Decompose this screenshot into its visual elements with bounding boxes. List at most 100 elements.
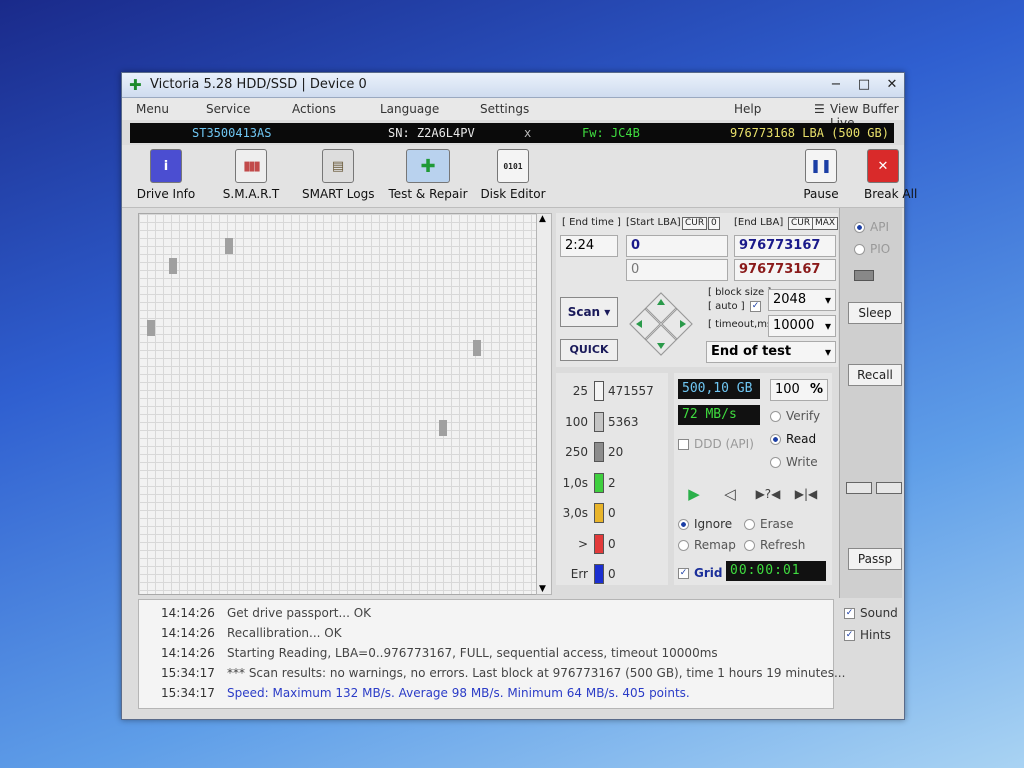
grid-scrollbar[interactable]: ▲ ▼ (536, 213, 552, 595)
menu-item-menu[interactable]: Menu (136, 102, 169, 116)
percent-field: 100 % (770, 379, 828, 401)
scan-block (439, 420, 447, 436)
view-buffer-icon: ☰ (814, 102, 825, 116)
end-lba-current: 976773167 (734, 259, 836, 281)
menu-item-settings[interactable]: Settings (480, 102, 529, 116)
block-size-select[interactable]: 2048 (768, 289, 836, 311)
legend-row: 100 5363 (560, 411, 664, 432)
erase-radio[interactable]: Erase (744, 517, 794, 531)
block-size-label: [ block size ] (708, 287, 772, 298)
maximize-button[interactable]: □ (850, 76, 878, 94)
status-panel: 500,10 GB 100 % 72 MB/s Verify DDD (API)… (674, 373, 832, 585)
menu-item-help[interactable]: Help (734, 102, 761, 116)
legend-row: 250 20 (560, 442, 664, 462)
direction-pad[interactable] (628, 291, 694, 357)
auto-label: [ auto ] (708, 301, 745, 312)
pio-radio[interactable]: PIO (854, 242, 890, 256)
pause-button[interactable]: ❚❚ Pause (800, 149, 842, 205)
scan-button[interactable]: Scan ▾ (560, 297, 618, 327)
speed-readout: 72 MB/s (678, 405, 760, 425)
passp-button[interactable]: Passp (848, 548, 902, 570)
legend-row: 3,0s 0 (560, 503, 664, 523)
ddd-checkbox[interactable]: DDD (API) (678, 437, 754, 451)
break-all-button[interactable]: ✕ Break All (864, 149, 917, 205)
break-icon: ✕ (867, 149, 899, 183)
log-panel: 14:14:26 Get drive passport... OK 14:14:26… (138, 599, 845, 709)
start-cur-button[interactable]: CUR (682, 217, 708, 230)
drive-info-bar: ST3500413AS SN: Z2A6L4PV x Fw: JC4B 9767… (130, 123, 894, 143)
smart-logs-icon: ▤ (322, 149, 354, 183)
smart-button[interactable]: ▮▮▮ S.M.A.R.T (218, 149, 284, 205)
drive-separator: x (524, 126, 532, 140)
legend-row: >0 (560, 533, 664, 554)
end-time-field[interactable]: 2:24 (560, 235, 618, 257)
legend-color-box (594, 442, 604, 462)
title-bar[interactable]: ✚ Victoria 5.28 HDD/SSD | Device 0 − □ ✕ (122, 73, 904, 98)
toolbar: i Drive Info ▮▮▮ S.M.A.R.T ▤ SMART Logs … (122, 145, 917, 208)
read-radio[interactable]: Read (770, 432, 816, 446)
test-repair-button[interactable]: ✚ Test & Repair (388, 149, 468, 205)
app-cross-icon: ✚ (129, 76, 142, 94)
api-radio[interactable]: API (854, 220, 889, 234)
window-title: Victoria 5.28 HDD/SSD | Device 0 (150, 77, 367, 92)
ignore-radio[interactable]: Ignore (678, 517, 732, 531)
legend-color-box (594, 564, 604, 584)
smart-logs-button[interactable]: ▤ SMART Logs (302, 149, 374, 205)
refresh-radio[interactable]: Refresh (744, 538, 805, 552)
back-button[interactable]: ◁ (716, 483, 744, 505)
disk-editor-icon: 0101 (497, 149, 529, 183)
test-repair-icon: ✚ (406, 149, 450, 183)
drive-info-button[interactable]: i Drive Info (136, 149, 196, 205)
legend-panel: 25 471557 100 5363 250 20 1,0s 2 3,0s 0 >0 Err 0 (556, 373, 668, 585)
end-lba-field[interactable]: 976773167 (734, 235, 836, 257)
minimize-button[interactable]: − (822, 76, 850, 94)
disk-editor-button[interactable]: 0101 Disk Editor (480, 149, 546, 205)
scan-grid (138, 213, 538, 595)
drive-model: ST3500413AS (192, 126, 272, 140)
menu-item-service[interactable]: Service (206, 102, 250, 116)
end-cur-button[interactable]: CUR (788, 217, 814, 230)
end-button[interactable]: ▶|◀ (792, 483, 820, 505)
auto-checkbox[interactable]: ✓ (750, 299, 766, 313)
size-readout: 500,10 GB (678, 379, 760, 399)
start-zero-button[interactable]: 0 (708, 217, 720, 230)
end-of-test-select[interactable]: End of test (706, 341, 836, 363)
play-button[interactable]: ▶ (680, 483, 708, 505)
timer-readout: 00:00:01 (726, 561, 826, 581)
menu-item-language[interactable]: Language (380, 102, 439, 116)
menu-bar: Menu Service Actions Language Settings H… (122, 98, 904, 130)
scroll-down-icon[interactable]: ▼ (539, 584, 546, 594)
remap-radio[interactable]: Remap (678, 538, 736, 552)
pause-icon: ❚❚ (805, 149, 837, 183)
sound-checkbox[interactable]: ✓ Sound (844, 606, 898, 620)
victoria-window: ✚ Victoria 5.28 HDD/SSD | Device 0 − □ ✕… (121, 72, 917, 720)
legend-color-box (594, 503, 604, 523)
quick-button[interactable]: QUICK (560, 339, 618, 361)
start-lba-label: [Start LBA] (626, 217, 681, 228)
legend-color-box (594, 411, 604, 432)
skip-button[interactable]: ▶?◀ (754, 483, 782, 505)
verify-radio[interactable]: Verify (770, 409, 820, 423)
write-radio[interactable]: Write (770, 455, 818, 469)
sleep-button[interactable]: Sleep (848, 302, 902, 324)
timeout-select[interactable]: 10000 (768, 315, 836, 337)
legend-row: Err 0 (560, 564, 664, 584)
indicator-right (876, 482, 902, 494)
end-max-button[interactable]: MAX (812, 217, 839, 230)
menu-item-actions[interactable]: Actions (292, 102, 336, 116)
legend-row: 25 471557 (560, 381, 664, 401)
drive-firmware: Fw: JC4B (582, 126, 640, 140)
legend-color-box (594, 381, 604, 401)
device-indicator (854, 270, 874, 281)
start-lba-current: 0 (626, 259, 728, 281)
scan-block (169, 258, 177, 274)
drive-lba: 976773168 LBA (500 GB) (730, 126, 889, 140)
hints-checkbox[interactable]: ✓ Hints (844, 628, 891, 642)
grid-checkbox[interactable]: ✓ Grid (678, 566, 722, 580)
recall-button[interactable]: Recall (848, 364, 902, 386)
legend-color-box (594, 533, 604, 554)
start-lba-field[interactable]: 0 (626, 235, 728, 257)
test-settings-panel: [ End time ] 2:24 [Start LBA] CUR 0 0 0 … (556, 213, 839, 367)
scroll-up-icon[interactable]: ▲ (539, 214, 546, 224)
close-button[interactable]: ✕ (878, 76, 906, 94)
